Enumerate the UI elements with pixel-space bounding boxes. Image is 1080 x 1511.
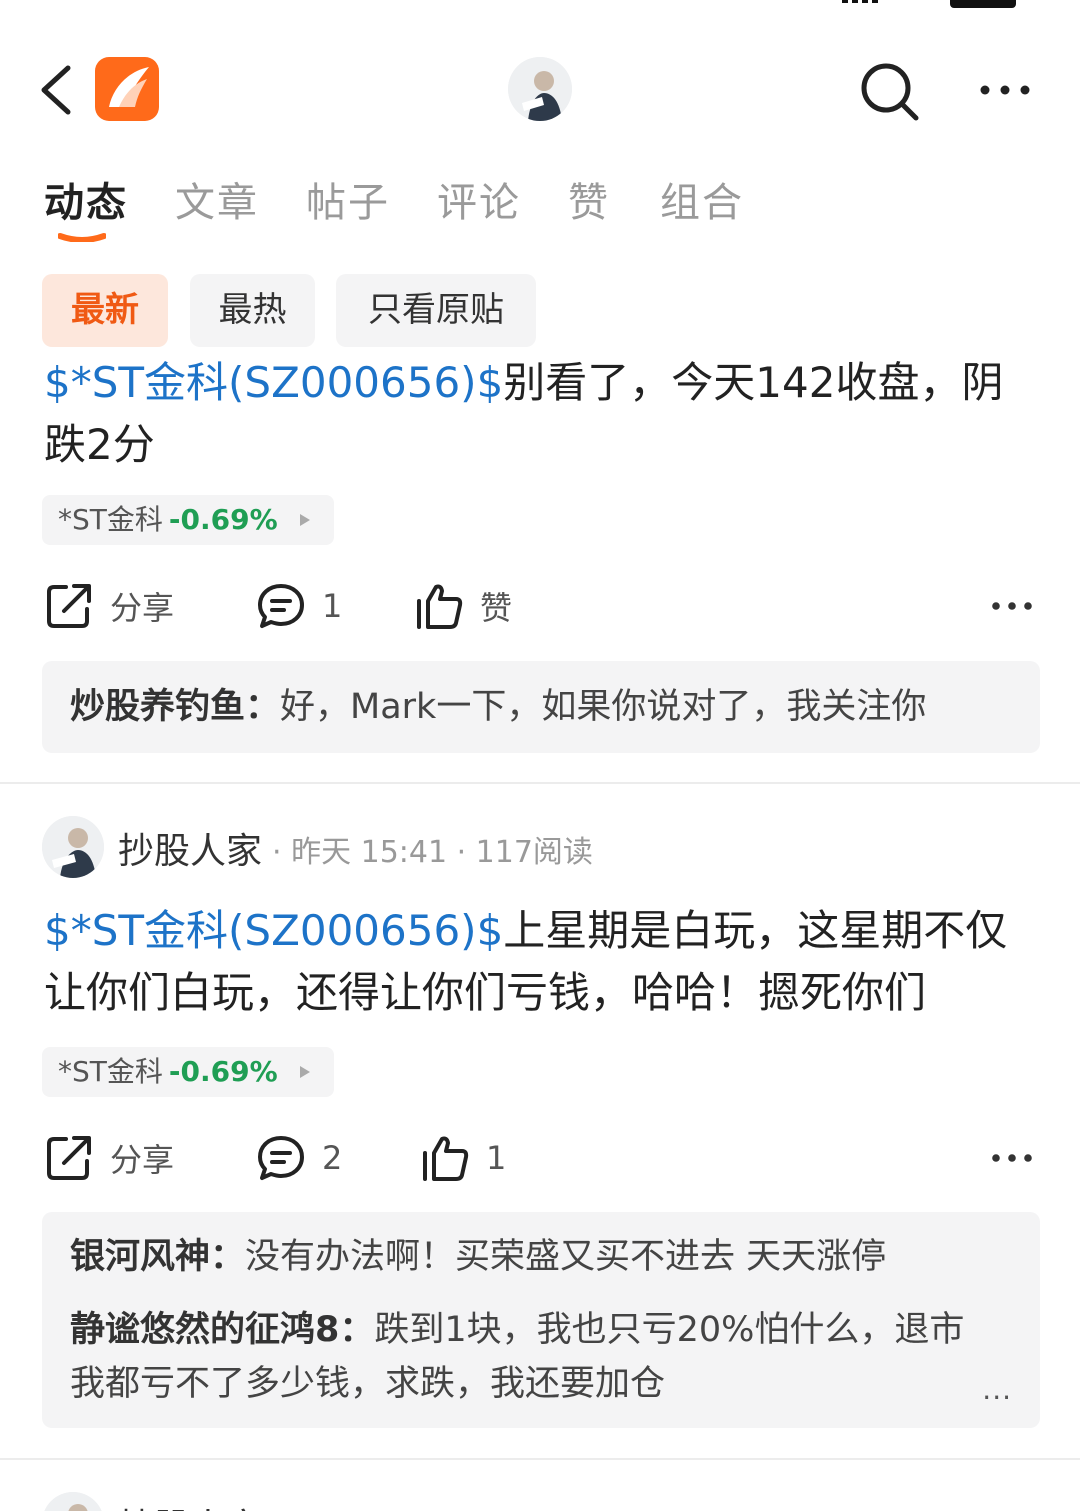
play-right-icon [300, 1066, 310, 1078]
more-horizontal-icon[interactable] [990, 1146, 1034, 1170]
share-label: 分享 [110, 1141, 175, 1179]
share-icon [47, 584, 91, 628]
stock-tag-link[interactable]: $*ST金科(SZ000656)$ [44, 358, 503, 407]
app-logo-icon[interactable] [95, 57, 159, 121]
filter-latest[interactable]: 最新 [42, 274, 168, 347]
more-horizontal-icon [980, 85, 1030, 95]
post-author-row: 抄股人家 [42, 1492, 1042, 1511]
post-divider [0, 782, 1080, 784]
comment-preview-box[interactable]: 银河风神：没有办法啊！买荣盛又买不进去 天天涨停 静谧悠然的征鸿8：跌到1块，我… [42, 1212, 1040, 1428]
post-meta: · 昨天 15:41 · 117阅读 [272, 835, 593, 870]
comment-item: 炒股养钓鱼：好，Mark一下，如果你说对了，我关注你 [70, 680, 980, 734]
comment-icon [258, 584, 304, 628]
tab-posts[interactable]: 帖子 [306, 170, 390, 228]
comment-item: 银河风神：没有办法啊！买荣盛又买不进去 天天涨停 [70, 1230, 980, 1284]
share-icon [47, 1136, 91, 1180]
share-button[interactable]: 分享 [44, 576, 174, 636]
comment-preview-box[interactable]: 炒股养钓鱼：好，Mark一下，如果你说对了，我关注你 [42, 661, 1040, 753]
comment-text: 好，Mark一下，如果你说对了，我关注你 [280, 687, 927, 727]
tab-activity[interactable]: 动态 [44, 170, 128, 228]
like-label: 赞 [480, 589, 513, 627]
comment-author[interactable]: 静谧悠然的征鸿8： [70, 1310, 374, 1350]
filter-hottest[interactable]: 最热 [190, 274, 315, 347]
comment-button[interactable]: 2 [256, 1128, 342, 1188]
share-button[interactable]: 分享 [44, 1128, 174, 1188]
signal-icon [838, 0, 888, 8]
tab-comments[interactable]: 评论 [437, 170, 521, 228]
comment-count: 1 [322, 587, 343, 625]
filter-original-only[interactable]: 只看原贴 [336, 274, 536, 347]
author-avatar[interactable] [42, 816, 104, 878]
like-button[interactable]: 1 [420, 1128, 506, 1188]
post-body[interactable]: $*ST金科(SZ000656)$别看了，今天142收盘，阴跌2分 [44, 352, 1044, 476]
tab-active-indicator [58, 233, 106, 242]
comment-button[interactable]: 1 [256, 576, 342, 636]
author-name[interactable]: 抄股人家 [118, 1498, 262, 1511]
play-right-icon [300, 514, 310, 526]
search-icon [861, 63, 919, 121]
chevron-left-icon [41, 65, 71, 115]
comment-count: 2 [322, 1139, 343, 1177]
stock-chip[interactable]: *ST金科 -0.69% [42, 495, 334, 545]
comment-text: 没有办法啊！买荣盛又买不进去 天天涨停 [245, 1237, 887, 1277]
thumbs-up-icon [417, 584, 463, 629]
stock-change: -0.69% [168, 1055, 278, 1088]
stock-name: *ST金科 [58, 503, 163, 536]
stock-chip[interactable]: *ST金科 -0.69% [42, 1047, 334, 1097]
search-button[interactable] [856, 58, 922, 124]
like-button[interactable]: 赞 [414, 576, 512, 636]
stock-tag-link[interactable]: $*ST金科(SZ000656)$ [44, 906, 503, 955]
post-actions: 分享 2 1 [44, 1128, 1044, 1188]
author-avatar[interactable] [42, 1492, 104, 1511]
author-name[interactable]: 抄股人家 [118, 822, 262, 874]
tab-likes[interactable]: 赞 [568, 170, 610, 228]
share-label: 分享 [110, 589, 175, 627]
post-body[interactable]: $*ST金科(SZ000656)$上星期是白玩，这星期不仅让你们白玩，还得让你们… [44, 900, 1044, 1024]
comment-item: 静谧悠然的征鸿8：跌到1块，我也只亏20%怕什么，退市我都亏不了多少钱，求跌，我… [70, 1303, 980, 1411]
comment-author[interactable]: 银河风神： [70, 1237, 245, 1277]
post-actions: 分享 1 赞 [44, 576, 1044, 636]
post-author-row: 抄股人家 · 昨天 15:41 · 117阅读 [42, 816, 1042, 880]
battery-icon [950, 0, 1016, 8]
stock-name: *ST金科 [58, 1055, 163, 1088]
tab-articles[interactable]: 文章 [175, 170, 259, 228]
profile-tabs: 动态 文章 帖子 评论 赞 组合 [44, 170, 1044, 250]
user-avatar[interactable] [508, 57, 572, 121]
more-horizontal-icon[interactable] [990, 594, 1034, 618]
more-button[interactable] [975, 68, 1035, 112]
thumbs-up-icon [423, 1136, 469, 1181]
top-bar [0, 40, 1080, 140]
comments-more-indicator[interactable]: ... [982, 1373, 1012, 1406]
stock-change: -0.69% [168, 503, 278, 536]
tab-portfolios[interactable]: 组合 [660, 170, 744, 228]
back-button[interactable] [34, 62, 84, 118]
comment-icon [258, 1136, 304, 1180]
comment-author[interactable]: 炒股养钓鱼： [70, 687, 280, 727]
status-bar [0, 0, 1080, 14]
post-divider [0, 1458, 1080, 1460]
like-count: 1 [486, 1139, 507, 1177]
